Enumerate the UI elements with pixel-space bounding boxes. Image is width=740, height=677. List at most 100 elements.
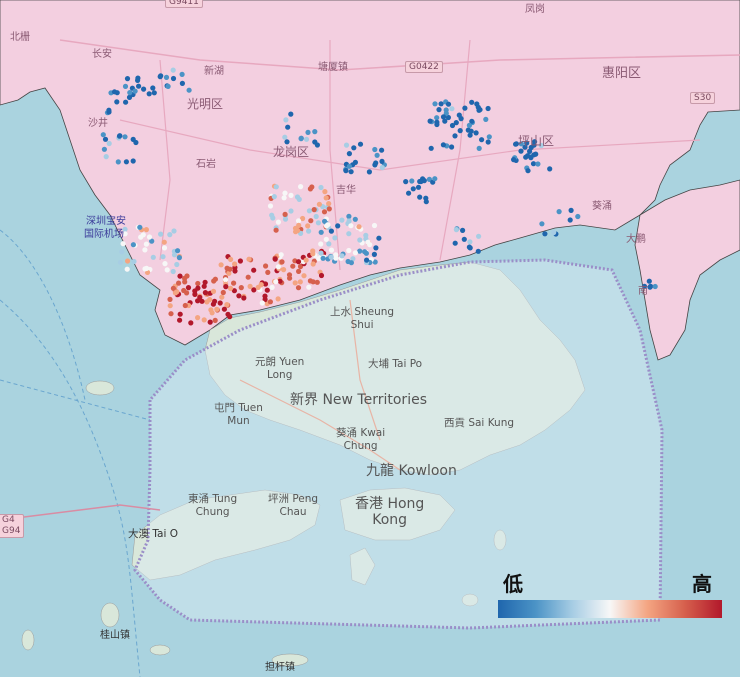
data-point — [255, 284, 261, 290]
data-point — [207, 297, 213, 303]
data-point — [466, 122, 472, 128]
label-dapeng: 大鹏 — [626, 234, 646, 245]
data-point — [101, 146, 107, 152]
data-point — [476, 145, 482, 151]
data-point — [122, 134, 128, 140]
data-point — [161, 239, 167, 245]
data-point — [318, 272, 325, 279]
data-point — [379, 165, 385, 171]
data-point — [308, 218, 314, 224]
data-point — [130, 158, 136, 164]
data-point — [124, 76, 131, 82]
data-point — [212, 298, 218, 304]
data-point — [195, 315, 201, 321]
data-point — [551, 229, 557, 236]
data-point — [467, 245, 473, 251]
data-point — [321, 209, 328, 215]
data-point — [177, 311, 183, 317]
label-guishan: 桂山镇 — [100, 630, 130, 641]
data-point — [288, 208, 294, 214]
data-point — [328, 247, 335, 253]
data-point — [343, 168, 349, 174]
data-point — [406, 190, 412, 196]
data-point — [295, 259, 302, 265]
label-danggan: 担杆镇 — [265, 662, 295, 673]
data-point — [223, 277, 229, 283]
data-point — [305, 129, 311, 135]
label-shajing: 沙井 — [88, 118, 108, 129]
data-point — [273, 279, 279, 285]
data-point — [102, 136, 109, 142]
data-point — [135, 77, 141, 83]
data-point — [485, 139, 491, 145]
data-point — [652, 283, 658, 290]
data-point — [485, 105, 491, 112]
data-point — [371, 251, 377, 257]
data-point — [332, 235, 338, 241]
data-point — [111, 89, 118, 95]
data-point — [176, 280, 182, 286]
data-point — [333, 255, 339, 261]
label-kwai-chung: 葵涌 Kwai Chung — [336, 427, 386, 452]
data-point — [161, 245, 168, 251]
data-point — [306, 228, 312, 234]
data-point — [171, 252, 178, 258]
data-point — [265, 269, 271, 275]
data-point — [567, 217, 573, 223]
data-point — [290, 263, 296, 269]
data-point — [195, 280, 201, 287]
data-point — [403, 179, 409, 185]
label-beiwei: 北栅 — [10, 32, 30, 43]
data-point — [357, 141, 364, 147]
data-point — [306, 208, 312, 214]
data-point — [318, 229, 324, 235]
island-4 — [149, 644, 171, 656]
data-point — [220, 289, 226, 296]
data-point — [423, 195, 429, 201]
data-point — [209, 310, 215, 316]
data-point — [151, 90, 157, 96]
data-point — [179, 80, 185, 86]
legend-color-bar — [498, 600, 722, 618]
data-point — [305, 223, 311, 229]
data-point — [174, 289, 180, 295]
shipping-lane — [0, 229, 86, 401]
label-sheung-shui: 上水 Sheung Shui — [330, 306, 395, 331]
map-canvas[interactable]: 北栅 长安 新湖 塘厦镇 G0422 G9411 凤岗 惠阳区 S30 光明区 … — [0, 0, 740, 677]
data-point — [460, 227, 466, 233]
data-point — [227, 285, 234, 291]
data-point — [296, 222, 302, 228]
data-point — [293, 229, 299, 235]
data-point — [228, 256, 234, 262]
data-point — [343, 142, 350, 148]
data-point — [130, 136, 136, 142]
data-point — [295, 218, 302, 224]
data-point — [449, 106, 455, 112]
data-point — [311, 207, 317, 213]
data-point — [267, 299, 273, 305]
data-point — [143, 241, 149, 247]
data-point — [326, 201, 332, 207]
data-point — [150, 254, 156, 260]
data-point — [132, 88, 138, 94]
data-point — [320, 255, 326, 261]
data-point — [122, 83, 129, 89]
data-point — [417, 178, 423, 185]
data-point — [218, 262, 224, 268]
data-point — [531, 152, 537, 158]
data-point — [127, 90, 133, 96]
road-g9411: G9411 — [165, 0, 203, 8]
data-point — [432, 101, 438, 107]
data-point — [225, 311, 231, 317]
data-point — [142, 247, 148, 253]
data-point — [170, 268, 176, 275]
data-point — [312, 139, 318, 145]
data-point — [195, 285, 201, 291]
data-point — [238, 285, 244, 291]
data-point — [282, 211, 288, 217]
data-point — [438, 101, 444, 107]
label-yuen-long: 元朗 Yuen Long — [255, 356, 305, 381]
data-point — [279, 259, 285, 265]
data-point — [182, 302, 188, 309]
data-point — [539, 221, 545, 227]
